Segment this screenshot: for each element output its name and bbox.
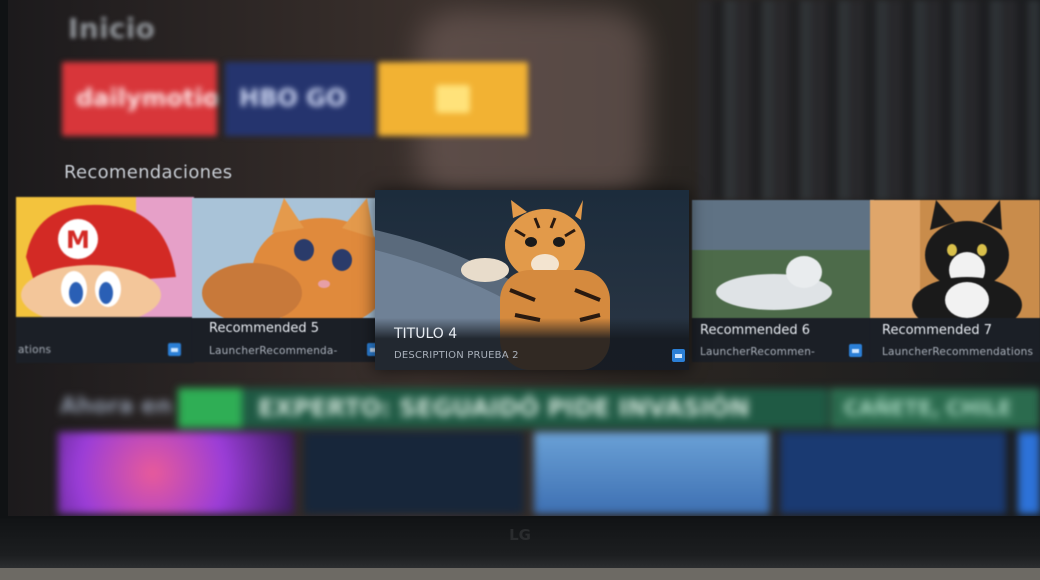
live-tv-row: Ahora en TV EXPERTO: SEGUAIDÓ PIDE INVAS… <box>8 372 1040 516</box>
card-subtitle: LauncherRecommenda- <box>209 345 338 357</box>
section-title-home: Inicio <box>68 12 156 45</box>
card-title: Recommended 5 <box>209 321 320 336</box>
cat-thumbnail <box>870 200 1040 318</box>
card-title: Recommended 6 <box>700 323 811 338</box>
kitten-thumbnail <box>192 198 385 318</box>
tv-screen: Inicio dailymotion HBO GO Recomendacione… <box>8 0 1040 516</box>
card-title: TITULO 4 <box>394 326 458 342</box>
news-ticker: EXPERTO: SEGUAIDÓ PIDE INVASIÓN <box>178 388 828 428</box>
app-tile-dailymotion[interactable]: dailymotion <box>62 62 217 136</box>
news-channel-logo <box>178 388 242 428</box>
channel-thumbnail-4[interactable] <box>780 432 1006 514</box>
card-subtitle: ations <box>18 344 52 356</box>
recommendation-card-2[interactable]: Recommended 5 LauncherRecommenda- <box>192 198 385 362</box>
channel-thumbnail-2[interactable] <box>304 432 524 514</box>
svg-text:M: M <box>66 226 90 254</box>
channel-thumbnail-5[interactable] <box>1018 432 1040 514</box>
app-icon <box>436 85 470 113</box>
tv-brand-logo: LG <box>509 526 531 544</box>
card-subtitle: LauncherRecommendations <box>882 346 1034 358</box>
app-tile-3[interactable] <box>378 62 528 136</box>
recommendation-card-1[interactable]: M ations <box>16 197 194 363</box>
section-title-recommendations: Recomendaciones <box>64 162 233 183</box>
app-badge-icon <box>672 349 685 362</box>
channel-thumbnail-1[interactable] <box>58 432 294 514</box>
card-footer <box>16 317 194 363</box>
card-title: Recommended 7 <box>882 323 993 338</box>
tv-stand-surface <box>0 568 1040 580</box>
background-bookshelf <box>698 0 1040 200</box>
card-subtitle: DESCRIPTION PRUEBA 2 <box>394 350 519 361</box>
recommendation-card-focused[interactable]: TITULO 4 DESCRIPTION PRUEBA 2 <box>375 190 689 370</box>
news-ticker-location: CAÑETE, CHILE <box>830 388 1040 428</box>
app-badge-icon <box>849 344 862 357</box>
app-tile-hbo-go[interactable]: HBO GO <box>225 62 375 136</box>
white-lion-thumbnail <box>692 200 874 318</box>
channel-thumbnail-3[interactable] <box>534 432 770 514</box>
app-badge-icon <box>168 343 181 356</box>
mario-thumbnail: M <box>16 197 194 317</box>
recommendation-card-5[interactable]: Recommended 7 LauncherRecommendations <box>870 200 1040 362</box>
recommendation-card-4[interactable]: Recommended 6 LauncherRecommen- <box>692 200 874 362</box>
card-subtitle: LauncherRecommen- <box>700 346 816 358</box>
